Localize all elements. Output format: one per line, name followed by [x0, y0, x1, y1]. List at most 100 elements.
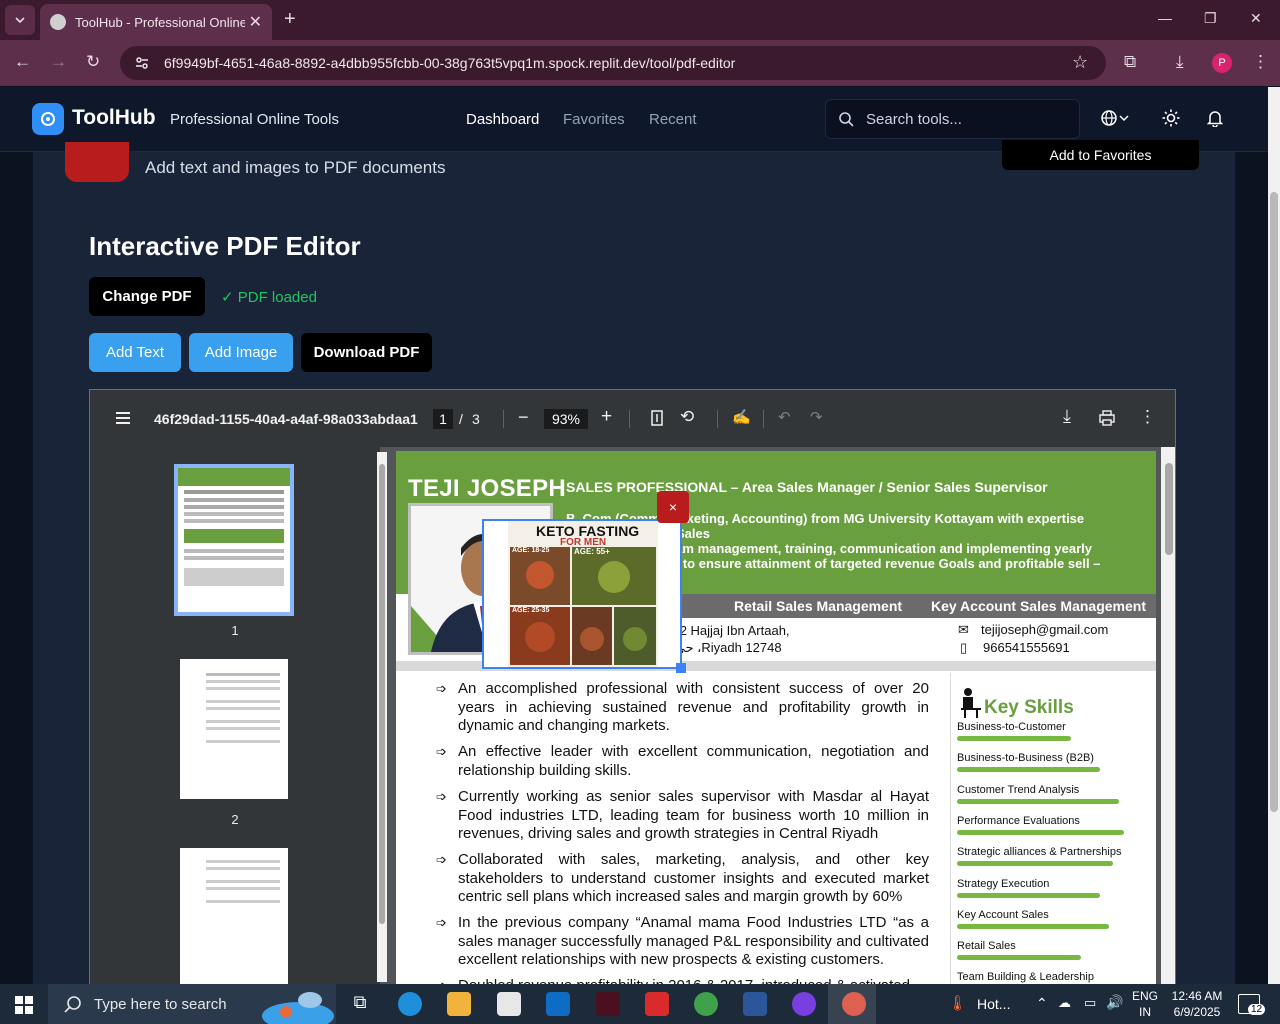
chevron-down-icon — [15, 17, 25, 24]
page-thumbnail-1[interactable] — [174, 464, 294, 616]
toolbar-divider — [503, 410, 504, 428]
close-tab-icon[interactable]: ✕ — [249, 12, 262, 32]
resize-handle[interactable] — [676, 663, 686, 673]
new-tab-button[interactable]: + — [284, 8, 296, 31]
phone-icon: ▯ — [960, 640, 968, 655]
menu-icon[interactable] — [115, 411, 131, 425]
tab-title: ToolHub - Professional Online T — [75, 14, 245, 30]
zoom-in-icon[interactable]: + — [601, 406, 612, 428]
browser-tab-active[interactable]: ToolHub - Professional Online T ✕ — [40, 4, 272, 40]
page-scrollbar[interactable] — [1268, 87, 1280, 984]
download-pdf-button[interactable]: Download PDF — [301, 333, 432, 372]
nav-favorites[interactable]: Favorites — [563, 111, 625, 128]
page-number-input[interactable]: 1 — [433, 409, 453, 429]
favorites-button-label: Add to Favorites — [1049, 147, 1152, 163]
skill-label: Customer Trend Analysis — [957, 783, 1080, 796]
keto-fasting-image: KETO FASTING FOR MEN AGE: 18-25 AGE: 55+… — [508, 521, 658, 667]
resume-summary-line: Team management, training, communication… — [661, 541, 1093, 556]
download-icon[interactable]: ⤓ — [1176, 52, 1184, 72]
extensions-icon[interactable]: ⧉ — [1124, 52, 1136, 72]
notifications-bell-icon[interactable] — [1207, 109, 1223, 127]
redo-icon[interactable]: ↷ — [810, 408, 823, 426]
page-thumbnail-3[interactable] — [180, 848, 288, 988]
tray-chevron-icon[interactable]: ⌃ — [1036, 995, 1048, 1012]
taskbar-active-app — [828, 984, 876, 1024]
print-icon[interactable] — [1099, 410, 1115, 426]
site-info-icon[interactable] — [134, 55, 150, 71]
nav-recent[interactable]: Recent — [649, 111, 697, 128]
annotate-icon[interactable]: ✍ — [732, 408, 751, 426]
file-explorer-icon[interactable] — [447, 992, 471, 1016]
toolbar-divider — [763, 410, 764, 428]
outlook-icon[interactable] — [546, 992, 570, 1016]
resume-bullet: ➩ An accomplished professional with consi… — [436, 680, 929, 734]
page-title: Interactive PDF Editor — [89, 231, 361, 261]
skill-level-bar — [957, 861, 1113, 867]
minimize-icon[interactable]: — — [1158, 10, 1172, 26]
browser-menu-icon[interactable]: ⋮ — [1252, 52, 1269, 72]
language-indicator[interactable]: ENG IN — [1130, 988, 1160, 1020]
thumbnail-label-2: 2 — [231, 812, 239, 827]
add-image-button[interactable]: Add Image — [189, 333, 293, 372]
resume-bullet: ➩ Currently working as senior sales super… — [436, 788, 929, 842]
address-bar[interactable]: 6f9949bf-4651-46a8-8892-a4dbb955fcbb-00-… — [120, 46, 1106, 80]
back-icon[interactable]: ← — [14, 52, 31, 72]
reload-icon[interactable]: ↻ — [86, 52, 100, 72]
change-pdf-button[interactable]: Change PDF — [89, 277, 205, 316]
thumbnail-scrollbar[interactable] — [377, 452, 387, 982]
windows-start-icon[interactable] — [15, 996, 33, 1014]
chrome-icon[interactable] — [694, 992, 718, 1016]
nav-dashboard[interactable]: Dashboard — [466, 111, 539, 128]
age-label: AGE: 25-35 — [512, 607, 550, 614]
fit-page-icon[interactable] — [651, 410, 663, 426]
word-icon[interactable] — [743, 992, 767, 1016]
page-thumbnail-2[interactable] — [180, 659, 288, 799]
search-input[interactable] — [866, 110, 1066, 128]
download-icon[interactable]: ⤓ — [1063, 406, 1071, 427]
arrow-icon: ➩ — [436, 852, 447, 867]
clock[interactable]: 12:46 AM 6/9/2025 — [1168, 988, 1226, 1020]
pdf-reader-icon[interactable] — [645, 992, 669, 1016]
weather-thermometer-icon[interactable]: 🌡 — [948, 994, 967, 1012]
restore-icon[interactable]: ❐ — [1204, 10, 1217, 27]
toolbar-divider — [629, 410, 630, 428]
zoom-out-icon[interactable]: − — [518, 407, 529, 428]
rotate-icon[interactable]: ⟲ — [680, 407, 694, 427]
language-globe-icon[interactable] — [1100, 109, 1130, 127]
brand-name[interactable]: ToolHub — [72, 106, 156, 130]
toolhub-logo-icon[interactable] — [32, 103, 64, 135]
theme-sun-icon[interactable] — [1162, 109, 1180, 127]
microsoft-store-icon[interactable] — [497, 992, 521, 1016]
pdf-scrollbar[interactable] — [1161, 447, 1175, 988]
skill-level-bar — [957, 767, 1100, 773]
edge-browser-icon[interactable] — [398, 992, 422, 1016]
forward-icon[interactable]: → — [50, 52, 67, 72]
skill-level-bar — [957, 892, 1100, 898]
taskbar-search[interactable]: Type here to search — [48, 984, 336, 1024]
remove-image-button[interactable]: × — [657, 491, 689, 523]
page-scrollbar-thumb[interactable] — [1270, 192, 1278, 812]
cloud-icon[interactable]: ☁ — [1058, 995, 1071, 1011]
resume-summary-line: Sales — [676, 526, 710, 541]
skill-label: Performance Evaluations — [957, 814, 1080, 827]
thumbnail-label-1: 1 — [231, 623, 239, 638]
media-player-icon[interactable] — [792, 992, 816, 1016]
close-window-icon[interactable]: ✕ — [1250, 10, 1262, 27]
pdf-app-icon[interactable] — [596, 992, 620, 1016]
network-icon[interactable]: ▭ — [1084, 995, 1096, 1011]
undo-icon[interactable]: ↶ — [778, 408, 791, 426]
volume-icon[interactable]: 🔊 — [1106, 994, 1123, 1011]
profile-avatar[interactable]: P — [1212, 53, 1232, 73]
search-icon — [64, 996, 81, 1013]
zoom-level[interactable]: 93% — [544, 409, 588, 429]
bookmark-star-icon[interactable]: ☆ — [1072, 52, 1088, 73]
more-options-icon[interactable]: ⋮ — [1139, 407, 1156, 427]
tool-search[interactable] — [825, 99, 1080, 139]
add-to-favorites-button[interactable]: Add to Favorites — [1002, 140, 1199, 170]
weather-text[interactable]: Hot... — [977, 996, 1010, 1012]
add-text-button[interactable]: Add Text — [89, 333, 181, 372]
task-view-icon[interactable]: ⧉ — [348, 992, 372, 1016]
tab-search-button[interactable] — [5, 5, 35, 35]
total-pages: 3 — [472, 411, 480, 427]
image-overlay[interactable]: × KETO FASTING FOR MEN AGE: 18-25 AGE: 5… — [482, 491, 689, 673]
